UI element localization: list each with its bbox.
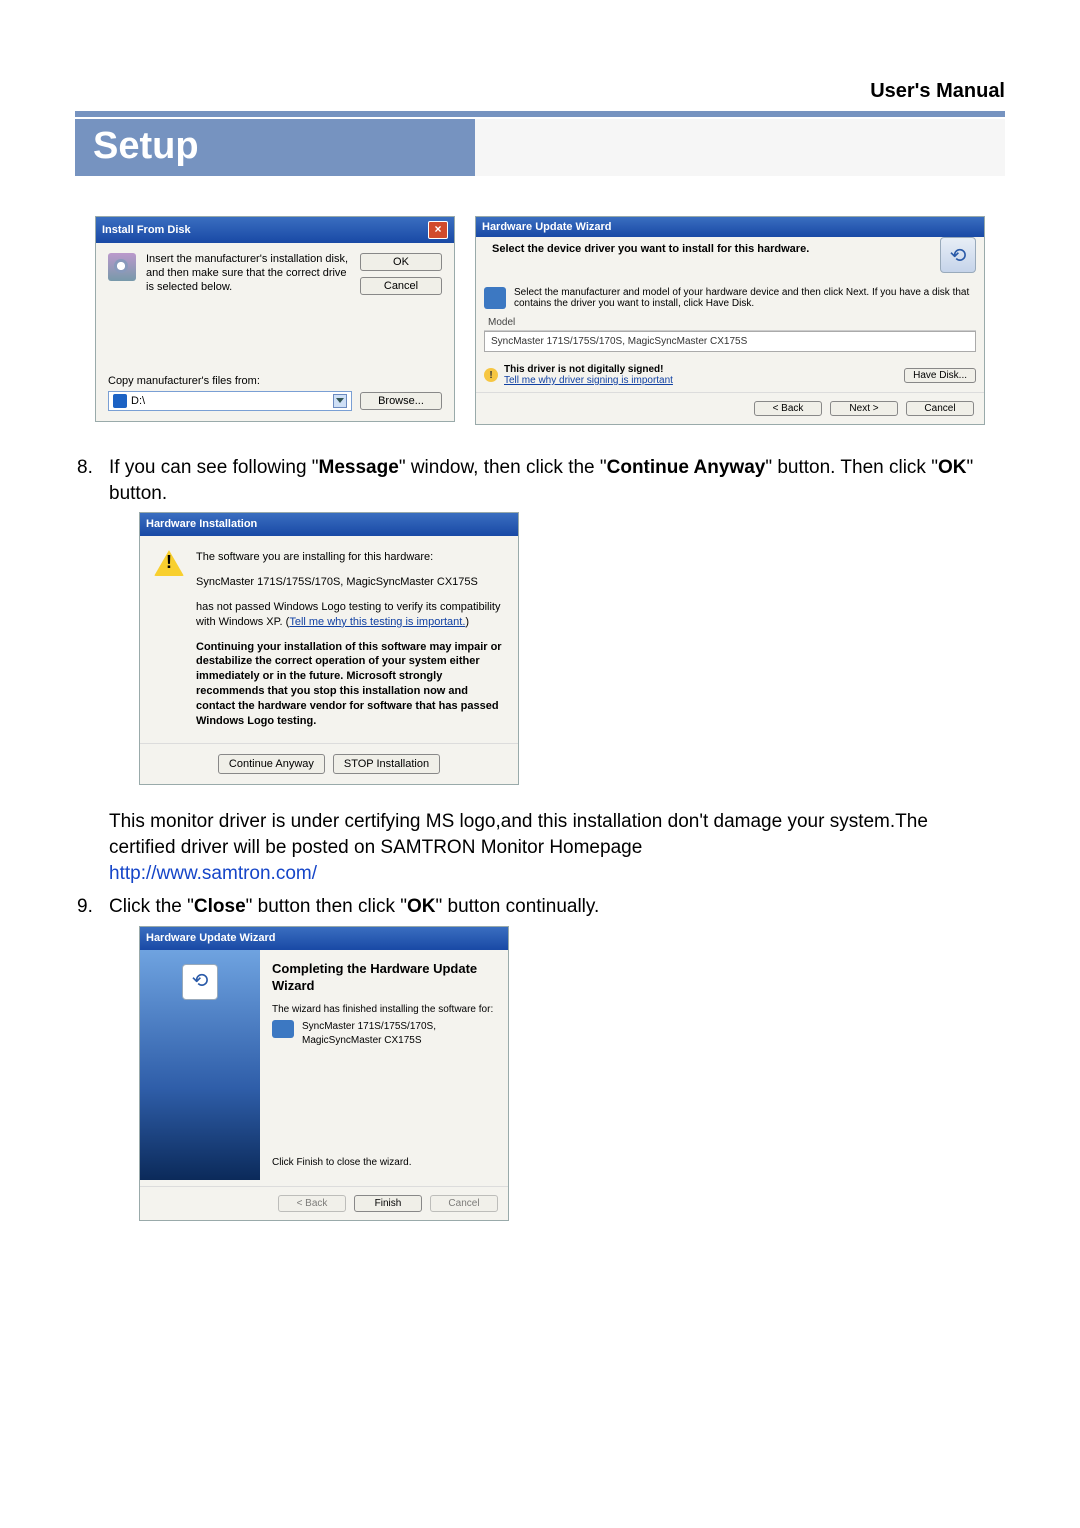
why-signing-link[interactable]: Tell me why driver signing is important (504, 375, 673, 386)
browse-button[interactable]: Browse... (360, 392, 442, 410)
install-instruction: Insert the manufacturer's installation d… (146, 253, 350, 294)
warning-icon: ! (484, 368, 498, 382)
cancel-button: Cancel (430, 1195, 498, 1213)
wizard-title: Hardware Update Wizard (482, 221, 612, 233)
install-dialog-title: Install From Disk (102, 224, 191, 236)
continue-anyway-button[interactable]: Continue Anyway (218, 754, 325, 775)
drive-value: D:\ (131, 395, 145, 407)
device-icon (484, 287, 506, 309)
complete-device: SyncMaster 171S/175S/170S, MagicSyncMast… (302, 1020, 496, 1047)
why-testing-link[interactable]: Tell me why this testing is important. (289, 616, 465, 628)
hwinst-title: Hardware Installation (146, 517, 257, 532)
drive-icon (113, 394, 127, 408)
wizard-heading: Select the device driver you want to ins… (484, 237, 932, 255)
disk-icon (108, 253, 136, 281)
hardware-installation-dialog: Hardware Installation ! The software you… (139, 512, 519, 785)
section-banner: Setup (75, 119, 1005, 176)
manual-title: User's Manual (75, 80, 1005, 103)
install-from-disk-dialog: Install From Disk × Insert the manufactu… (95, 216, 455, 422)
finish-button[interactable]: Finish (354, 1195, 422, 1213)
model-item[interactable]: SyncMaster 171S/175S/170S, MagicSyncMast… (491, 336, 747, 347)
section-title: Setup (75, 119, 475, 176)
cancel-button[interactable]: Cancel (906, 401, 974, 416)
stop-installation-button[interactable]: STOP Installation (333, 754, 440, 775)
step-8: If you can see following "Message" windo… (105, 455, 1005, 886)
complete-finished-for: The wizard has finished installing the s… (272, 1003, 496, 1017)
wizard-icon: ⟲ (182, 964, 218, 1000)
wizard-instruction: Select the manufacturer and model of you… (514, 287, 976, 309)
have-disk-button[interactable]: Have Disk... (904, 368, 976, 383)
complete-heading: Completing the Hardware Update Wizard (272, 960, 496, 995)
hwinst-bold-warning: Continuing your installation of this sof… (196, 640, 504, 729)
complete-titlebar: Hardware Update Wizard (140, 927, 508, 950)
cert-body-text: This monitor driver is under certifying … (109, 811, 928, 858)
cancel-button[interactable]: Cancel (360, 277, 442, 295)
samtron-url[interactable]: http://www.samtron.com/ (109, 863, 317, 884)
device-icon (272, 1020, 294, 1038)
hwinst-titlebar: Hardware Installation (140, 513, 518, 536)
completing-wizard-dialog: Hardware Update Wizard ⟲ Completing the … (139, 926, 509, 1221)
hardware-update-wizard-dialog: Hardware Update Wizard Select the device… (475, 216, 985, 425)
not-signed-text: This driver is not digitally signed! (504, 364, 898, 375)
complete-title: Hardware Update Wizard (146, 931, 276, 946)
hwinst-device: SyncMaster 171S/175S/170S, MagicSyncMast… (196, 575, 504, 590)
drive-select[interactable]: D:\ (108, 391, 352, 411)
back-button: < Back (278, 1195, 346, 1213)
close-icon[interactable]: × (428, 221, 448, 239)
click-finish-text: Click Finish to close the wizard. (272, 1156, 496, 1170)
header-divider (75, 111, 1005, 117)
warning-triangle-icon: ! (154, 550, 184, 576)
wizard-titlebar: Hardware Update Wizard (476, 217, 984, 237)
copy-from-label: Copy manufacturer's files from: (108, 375, 442, 387)
hwinst-logo-test: has not passed Windows Logo testing to v… (196, 600, 504, 630)
wizard-icon: ⟲ (940, 237, 976, 273)
step-9: Click the "Close" button then click "OK"… (105, 894, 1005, 1221)
hwinst-line1: The software you are installing for this… (196, 550, 504, 565)
model-list[interactable]: SyncMaster 171S/175S/170S, MagicSyncMast… (484, 331, 976, 352)
model-column-header: Model (484, 315, 976, 331)
next-button[interactable]: Next > (830, 401, 898, 416)
ok-button[interactable]: OK (360, 253, 442, 271)
chevron-down-icon[interactable] (333, 394, 347, 408)
install-dialog-titlebar: Install From Disk × (96, 217, 454, 243)
back-button[interactable]: < Back (754, 401, 822, 416)
